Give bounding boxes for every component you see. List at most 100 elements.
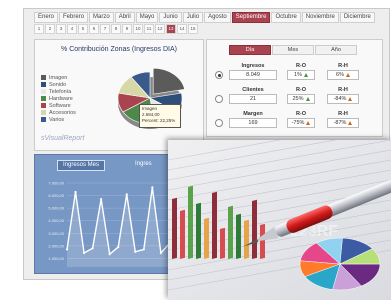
pie-chart-panel: % Contribución Zonas (Ingresos DIA) Imag… — [34, 39, 204, 151]
day-tab[interactable]: 3 — [56, 24, 66, 34]
kpi-cell: Clientes 21 — [229, 86, 277, 104]
day-tab[interactable]: 2 — [45, 24, 55, 34]
photo-bar — [252, 199, 257, 260]
line-point[interactable] — [117, 245, 120, 249]
kpi-header: R-O — [295, 111, 307, 117]
y-tick-label: 7.000,00 — [48, 181, 64, 186]
pie-slice[interactable] — [152, 67, 185, 95]
day-tab[interactable]: 7 — [100, 24, 110, 34]
kpi-header: Ingresos — [241, 63, 265, 69]
day-tab[interactable]: 1 — [34, 24, 44, 34]
line-point[interactable] — [100, 197, 103, 201]
day-tab[interactable]: 15 — [188, 24, 198, 34]
period-tab[interactable]: Mes — [272, 45, 314, 55]
month-tab[interactable]: Enero — [34, 12, 59, 23]
y-tick-label: 1.000,00 — [48, 256, 64, 261]
kpi-cell: Ingresos 8.049 — [229, 62, 277, 80]
line-point[interactable] — [91, 247, 94, 250]
month-tab[interactable]: Octubre — [271, 12, 301, 23]
warning-icon — [345, 73, 350, 77]
line-point[interactable] — [151, 186, 154, 189]
photo-bar — [204, 217, 209, 260]
photo-bar — [172, 197, 177, 260]
photo-bar — [228, 205, 233, 260]
day-tab[interactable]: 14 — [177, 24, 187, 34]
month-tab[interactable]: Junio — [159, 12, 182, 23]
kpi-row: Clientes 21 R-O 25% R-H -84% — [215, 86, 377, 108]
kpi-cell: R-H 6% — [327, 62, 359, 80]
kpi-cell: R-O -75% — [287, 110, 315, 128]
y-tick-label: 2.000,00 — [48, 243, 64, 248]
photo-bar — [236, 213, 241, 260]
month-tab[interactable]: Abril — [114, 12, 135, 23]
line-point[interactable] — [74, 190, 77, 194]
kpi-radio[interactable] — [215, 71, 223, 79]
month-selector: Enero Febrero Marzo Abril Mayo Junio Julio Agos… — [34, 12, 375, 23]
month-tab[interactable]: Septiembre — [231, 12, 271, 23]
y-tick-label: 3.000,00 — [48, 231, 64, 236]
day-tab[interactable]: 9 — [122, 24, 132, 34]
y-tick-label: 6.000,00 — [48, 193, 64, 198]
kpi-value-box: 6% — [327, 70, 359, 80]
line-point[interactable] — [65, 248, 69, 251]
kpi-value-box: -75% — [287, 118, 315, 128]
line-point[interactable] — [134, 250, 137, 253]
day-tab[interactable]: 8 — [111, 24, 121, 34]
kpi-cell: Margen 169 — [229, 110, 277, 128]
kpi-row: Margen 169 R-O -75% R-H -87% — [215, 110, 377, 132]
line-point[interactable] — [159, 251, 162, 255]
kpi-value: 8.049 — [246, 72, 260, 78]
photo-illustration: 123RF — [168, 140, 391, 300]
period-tabs: Día Mes Año — [229, 45, 357, 55]
line-point[interactable] — [142, 248, 145, 251]
day-tab[interactable]: 4 — [67, 24, 77, 34]
tooltip-percent: Percent: 22,25% — [142, 118, 176, 123]
photo-bar — [180, 209, 185, 260]
day-tab[interactable]: 11 — [144, 24, 154, 34]
warning-icon — [348, 97, 353, 101]
y-tick-label: 5.000,00 — [48, 206, 64, 211]
kpi-header: Margen — [243, 111, 263, 117]
period-tab[interactable]: Año — [315, 45, 357, 55]
kpi-value: -75% — [291, 120, 305, 126]
photo-bar — [212, 191, 217, 260]
day-tab[interactable]: 6 — [89, 24, 99, 34]
kpi-value: 6% — [336, 72, 344, 78]
day-tab[interactable]: 5 — [78, 24, 88, 34]
kpi-header: R-H — [338, 87, 348, 93]
month-tab[interactable]: Febrero — [59, 12, 89, 23]
kpi-radio[interactable] — [215, 95, 223, 103]
kpi-value-box: 21 — [229, 94, 277, 104]
period-tab[interactable]: Día — [229, 45, 271, 55]
photo-bar — [260, 223, 265, 260]
photo-bar — [244, 219, 249, 260]
line-point[interactable] — [108, 253, 111, 256]
month-tab[interactable]: Marzo — [89, 12, 114, 23]
trend-up-icon — [305, 97, 310, 101]
month-tab[interactable]: Julio — [182, 12, 204, 23]
kpi-value-box: -87% — [327, 118, 359, 128]
kpi-radio[interactable] — [215, 119, 223, 127]
day-tab[interactable]: 12 — [155, 24, 165, 34]
kpi-value: 21 — [249, 96, 257, 102]
line-point[interactable] — [82, 251, 86, 255]
kpi-value-box: 25% — [287, 94, 315, 104]
month-tab[interactable]: Noviembre — [301, 12, 339, 23]
warning-icon — [348, 121, 353, 125]
day-tab[interactable]: 13 — [166, 24, 176, 34]
kpi-value: -84% — [333, 96, 347, 102]
kpi-value-box: 8.049 — [229, 70, 277, 80]
photo-bar — [220, 227, 225, 260]
kpi-cell: R-H -87% — [327, 110, 359, 128]
kpi-value-box: 1% — [287, 70, 315, 80]
day-tab[interactable]: 10 — [133, 24, 143, 34]
kpi-value-box: -84% — [327, 94, 359, 104]
month-tab[interactable]: Mayo — [135, 12, 159, 23]
month-tab[interactable]: Agosto — [204, 12, 231, 23]
pie-chart — [117, 67, 185, 129]
line-point[interactable] — [125, 193, 128, 196]
pie-tooltip: Imagen 2.584,00 Percent: 22,25% — [139, 104, 181, 128]
kpi-value: 25% — [292, 96, 304, 102]
month-tab[interactable]: Diciembre — [339, 12, 375, 23]
kpi-value: 1% — [294, 72, 302, 78]
